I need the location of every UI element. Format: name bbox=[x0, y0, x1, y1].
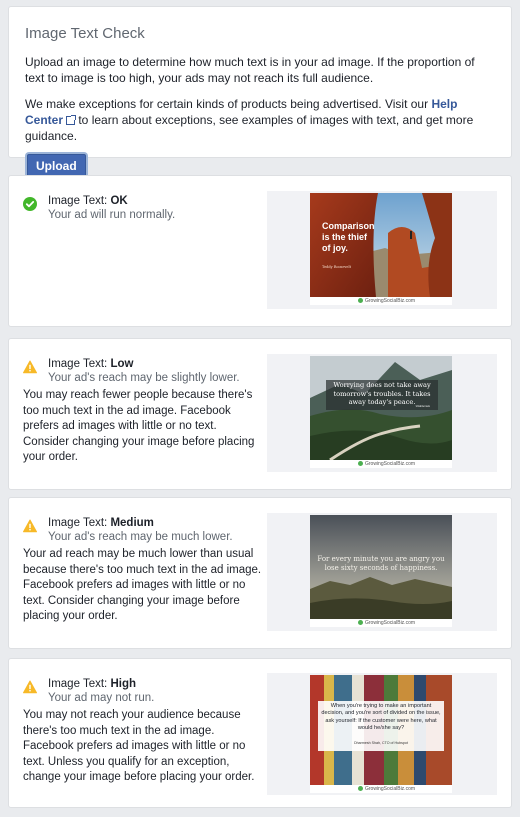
result-card-low: Image Text: Low Your ad's reach may be s… bbox=[8, 338, 512, 490]
result-card-ok: Image Text: OK Your ad will run normally… bbox=[8, 175, 512, 327]
status-rating: Low bbox=[110, 358, 134, 370]
status-text: Image Text: High Your ad may not run. bbox=[48, 677, 266, 705]
status-subtitle: Your ad will run normally. bbox=[48, 209, 176, 221]
status-title: Image Text: High bbox=[48, 677, 266, 691]
warning-icon bbox=[23, 360, 37, 374]
status-title-prefix: Image Text: bbox=[48, 517, 111, 529]
image-watermark: GrowingSocialBiz.com bbox=[358, 298, 415, 304]
status-rating: OK bbox=[110, 195, 128, 207]
result-description: You may reach fewer people because there… bbox=[23, 389, 255, 463]
preview-image: When you're trying to make an important … bbox=[310, 675, 452, 793]
status-text: Image Text: OK Your ad will run normally… bbox=[48, 194, 266, 222]
preview-image: For every minute you are angry you lose … bbox=[310, 515, 452, 627]
status-subtitle: Your ad's reach may be slightly lower. bbox=[48, 372, 240, 384]
exceptions-text-end: to learn about exceptions, see examples … bbox=[25, 113, 474, 143]
status-title-prefix: Image Text: bbox=[48, 678, 111, 690]
image-preview: For every minute you are angry you lose … bbox=[267, 513, 497, 631]
status-text: Image Text: Low Your ad's reach may be s… bbox=[48, 357, 266, 385]
status-title: Image Text: OK bbox=[48, 194, 266, 208]
external-link-icon bbox=[66, 115, 77, 125]
exceptions-text-start: We make exceptions for certain kinds of … bbox=[25, 97, 432, 111]
status-title: Image Text: Low bbox=[48, 357, 266, 371]
result-card-medium: Image Text: Medium Your ad's reach may b… bbox=[8, 497, 512, 649]
image-preview: When you're trying to make an important … bbox=[267, 673, 497, 795]
quote-text: When you're trying to make an important … bbox=[321, 703, 441, 732]
mountain-road-photo bbox=[310, 356, 452, 468]
preview-image: Comparison is the thief of joy. Teddy Ro… bbox=[310, 193, 452, 305]
status-title: Image Text: Medium bbox=[48, 516, 266, 530]
quote-attribution: Unknown bbox=[415, 404, 430, 408]
result-description: You may not reach your audience because … bbox=[23, 709, 255, 783]
quote-attribution: Dharmesh Shah, CTO of Hubspot bbox=[354, 741, 408, 745]
page-title: Image Text Check bbox=[25, 25, 145, 42]
result-description: Your ad reach may be much lower than usu… bbox=[23, 548, 262, 622]
check-circle-icon bbox=[23, 197, 37, 211]
quote-text: Comparison is the thief of joy. bbox=[322, 221, 375, 253]
preview-image: Worrying does not take away tomorrow's t… bbox=[310, 356, 452, 468]
quote-text: For every minute you are angry you lose … bbox=[317, 555, 445, 572]
status-subtitle: Your ad may not run. bbox=[48, 692, 155, 704]
image-preview: Comparison is the thief of joy. Teddy Ro… bbox=[267, 191, 497, 309]
image-watermark: GrowingSocialBiz.com bbox=[358, 620, 415, 626]
quote-attribution: Teddy Roosevelt bbox=[322, 265, 351, 269]
quote-text: Worrying does not take away tomorrow's t… bbox=[333, 381, 431, 406]
intro-description: Upload an image to determine how much te… bbox=[25, 55, 475, 85]
image-watermark: GrowingSocialBiz.com bbox=[358, 786, 415, 792]
status-rating: Medium bbox=[110, 517, 154, 529]
status-text: Image Text: Medium Your ad's reach may b… bbox=[48, 516, 266, 544]
exceptions-text: We make exceptions for certain kinds of … bbox=[25, 96, 495, 144]
warning-icon bbox=[23, 519, 37, 533]
status-rating: High bbox=[110, 678, 136, 690]
warning-icon bbox=[23, 680, 37, 694]
status-title-prefix: Image Text: bbox=[48, 195, 111, 207]
status-title-prefix: Image Text: bbox=[48, 358, 111, 370]
image-watermark: GrowingSocialBiz.com bbox=[358, 461, 415, 467]
status-subtitle: Your ad's reach may be much lower. bbox=[48, 531, 233, 543]
intro-card: Image Text Check Upload an image to dete… bbox=[8, 6, 512, 178]
image-preview: Worrying does not take away tomorrow's t… bbox=[267, 354, 497, 472]
result-card-high: Image Text: High Your ad may not run. Yo… bbox=[8, 658, 512, 808]
